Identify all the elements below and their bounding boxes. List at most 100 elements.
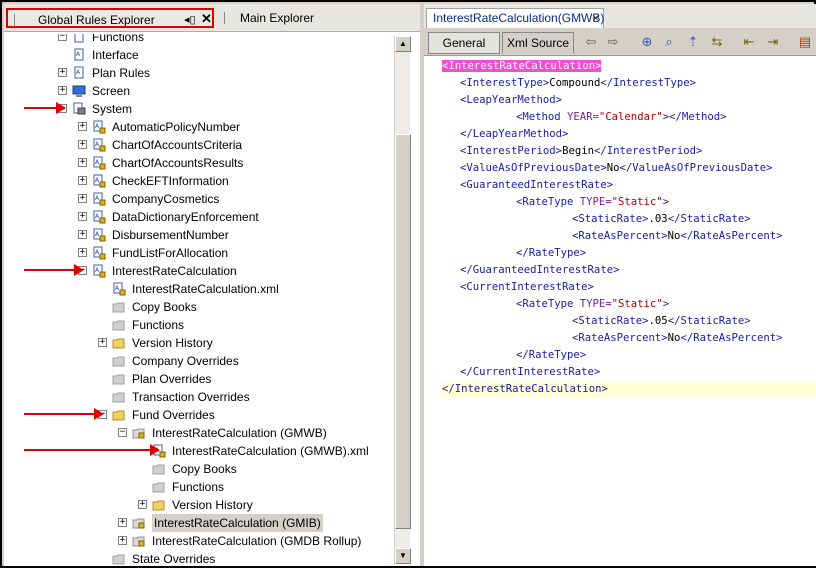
- tree-node[interactable]: + InterestRateCalculation (GMDB Rollup): [18, 532, 394, 550]
- expand-icon[interactable]: +: [98, 338, 107, 347]
- expand-icon[interactable]: +: [78, 140, 87, 149]
- app-window: Global Rules Explorer ◂▯ ✕ Main Explorer…: [0, 0, 816, 568]
- xml-token: YEAR=: [567, 111, 599, 123]
- tree-node-label: Company Overrides: [132, 354, 239, 368]
- expand-icon[interactable]: +: [78, 122, 87, 131]
- expand-icon[interactable]: +: [78, 230, 87, 239]
- xml-source-editor[interactable]: <InterestRateCalculation> <InterestType>C…: [442, 58, 816, 566]
- replace-icon[interactable]: ⇆: [708, 34, 726, 50]
- xml-token: <LeapYearMethod>: [460, 94, 563, 106]
- tree-node[interactable]: − Functions: [18, 34, 394, 46]
- expand-icon[interactable]: +: [118, 536, 127, 545]
- tree-node-label: Plan Overrides: [132, 372, 212, 386]
- expand-icon[interactable]: +: [78, 176, 87, 185]
- xml-token: "Calendar": [598, 111, 663, 123]
- tree-node[interactable]: Transaction Overrides: [18, 388, 394, 406]
- tree-scrollbar[interactable]: ▲ ▼: [394, 36, 411, 564]
- expand-icon[interactable]: +: [118, 518, 127, 527]
- tree-node[interactable]: + A FundListForAllocation: [18, 244, 394, 262]
- xml-token: .03: [648, 213, 668, 225]
- collapse-icon[interactable]: −: [118, 428, 127, 437]
- tree-node[interactable]: Copy Books: [18, 298, 394, 316]
- tree-node[interactable]: + A DataDictionaryEnforcement: [18, 208, 394, 226]
- find-previous-icon[interactable]: ⇡: [684, 34, 702, 50]
- tree-node[interactable]: + A CompanyCosmetics: [18, 190, 394, 208]
- tree-node[interactable]: + Version History: [18, 496, 394, 514]
- xml-token: </InterestType>: [600, 77, 696, 89]
- tab-global-rules-explorer[interactable]: Global Rules Explorer ◂▯ ✕: [6, 8, 214, 28]
- document-tab-label: InterestRateCalculation(GMWB): [433, 11, 605, 25]
- close-icon[interactable]: ✕: [201, 9, 212, 29]
- tree-node[interactable]: Copy Books: [18, 460, 394, 478]
- tree-node-label: Functions: [92, 34, 145, 44]
- tab-interest-rate-calculation-gmwb[interactable]: InterestRateCalculation(GMWB) ×: [426, 8, 604, 28]
- scroll-up-button[interactable]: ▲: [395, 36, 411, 52]
- close-tab-icon[interactable]: ×: [592, 9, 599, 27]
- expand-icon[interactable]: +: [58, 68, 67, 77]
- forward-arrow-icon[interactable]: ⇨: [604, 34, 622, 50]
- tree-node[interactable]: + Screen: [18, 82, 394, 100]
- tree-node[interactable]: AInterestRateCalculation (GMWB).xml: [18, 442, 394, 460]
- tree-node[interactable]: + A ChartOfAccountsResults: [18, 154, 394, 172]
- document-panel: InterestRateCalculation(GMWB) × General …: [424, 4, 816, 566]
- expand-icon[interactable]: +: [78, 158, 87, 167]
- tree-node[interactable]: −Fund Overrides: [18, 406, 394, 424]
- tree-node-label: Copy Books: [132, 300, 197, 314]
- xml-line: <CurrentInterestRate>: [460, 279, 594, 296]
- xml-token: <InterestPeriod>: [460, 145, 563, 157]
- expand-icon[interactable]: +: [138, 500, 147, 509]
- xml-line: </RateType>: [516, 347, 586, 364]
- tree-node[interactable]: + InterestRateCalculation (GMIB): [18, 514, 394, 532]
- global-rules-explorer-panel: Global Rules Explorer ◂▯ ✕ Main Explorer…: [4, 4, 420, 566]
- greyfolder-icon: [112, 300, 126, 314]
- tree-node[interactable]: A Interface: [18, 46, 394, 64]
- tree-node[interactable]: Functions: [18, 478, 394, 496]
- search-icon[interactable]: ⌕: [660, 34, 678, 50]
- tree-node[interactable]: State Overrides: [18, 550, 394, 566]
- tab-general[interactable]: General: [428, 32, 500, 54]
- rules-tree[interactable]: − Functions A Interface + A Plan Rules + Screen −…: [18, 34, 394, 566]
- xml-line: <Method YEAR="Calendar"></Method>: [516, 109, 726, 126]
- collapse-icon[interactable]: −: [58, 34, 67, 41]
- back-arrow-icon[interactable]: ⇦: [582, 34, 600, 50]
- tab-xml-source[interactable]: Xml Source: [502, 32, 574, 54]
- tree-node[interactable]: + Version History: [18, 334, 394, 352]
- expand-icon[interactable]: +: [78, 212, 87, 221]
- screen-icon: [72, 84, 86, 98]
- expand-icon[interactable]: +: [78, 194, 87, 203]
- find-icon[interactable]: ⊕: [638, 34, 656, 50]
- tree-node[interactable]: + A Plan Rules: [18, 64, 394, 82]
- save-icon[interactable]: ▤: [796, 34, 814, 50]
- tree-node[interactable]: + A DisbursementNumber: [18, 226, 394, 244]
- greyfolder-icon: [112, 552, 126, 566]
- tree-node[interactable]: + A ChartOfAccountsCriteria: [18, 136, 394, 154]
- tree-node[interactable]: + A AutomaticPolicyNumber: [18, 118, 394, 136]
- tree-node-label: DataDictionaryEnforcement: [112, 210, 259, 224]
- tree-node[interactable]: Company Overrides: [18, 352, 394, 370]
- xml-line: <InterestRateCalculation>: [442, 58, 602, 75]
- xml-line: <InterestType>Compound</InterestType>: [460, 75, 696, 92]
- tree-node[interactable]: Plan Overrides: [18, 370, 394, 388]
- outdent-icon[interactable]: ⇤: [740, 34, 758, 50]
- tab-grip-icon: [14, 14, 16, 26]
- tree-node[interactable]: + A CheckEFTInformation: [18, 172, 394, 190]
- tree-node[interactable]: A InterestRateCalculation.xml: [18, 280, 394, 298]
- folder-icon: [112, 408, 126, 422]
- xml-token: <StaticRate>: [572, 213, 649, 225]
- scroll-down-button[interactable]: ▼: [395, 548, 411, 564]
- xml-token: .05: [648, 315, 668, 327]
- indent-icon[interactable]: ⇥: [764, 34, 782, 50]
- xml-token: <RateType: [516, 196, 580, 208]
- xml-token: <InterestRateCalculation>: [442, 60, 602, 72]
- expand-icon[interactable]: +: [58, 86, 67, 95]
- pin-icon[interactable]: ◂▯: [184, 10, 196, 30]
- tree-node-label: Transaction Overrides: [132, 390, 250, 404]
- tab-main-explorer[interactable]: Main Explorer: [218, 8, 418, 28]
- expand-icon[interactable]: +: [78, 248, 87, 257]
- folder-doc-icon: [72, 34, 86, 44]
- tree-node[interactable]: − InterestRateCalculation (GMWB): [18, 424, 394, 442]
- tree-node[interactable]: −System: [18, 100, 394, 118]
- xml-line: <RateAsPercent>No</RateAsPercent>: [572, 330, 783, 347]
- scroll-thumb[interactable]: [395, 134, 411, 529]
- tree-node[interactable]: Functions: [18, 316, 394, 334]
